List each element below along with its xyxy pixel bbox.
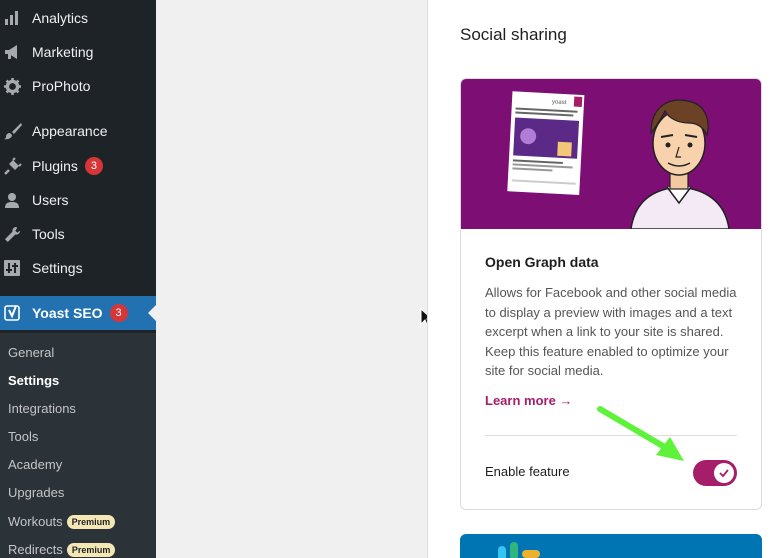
admin-sidebar: Analytics Marketing ProPhoto Appearance … [0, 0, 156, 558]
sidebar-item-yoast-seo[interactable]: Yoast SEO 3 [0, 296, 156, 330]
sidebar-item-prophoto[interactable]: ProPhoto [0, 69, 156, 103]
settings-nav-area [156, 0, 434, 558]
submenu-item-tools[interactable]: Tools [8, 429, 38, 444]
sidebar-item-label: Appearance [32, 123, 108, 139]
sidebar-item-marketing[interactable]: Marketing [0, 35, 156, 69]
gear-icon [4, 77, 26, 95]
submenu-item-label: Workouts [8, 514, 63, 529]
submenu-item-general[interactable]: General [8, 345, 54, 360]
sidebar-item-label: Settings [32, 260, 83, 276]
slack-icon [498, 542, 540, 558]
card-illustration: yoast [461, 79, 761, 229]
settings-content: Social sharing yoast Open Graph data All… [428, 0, 780, 558]
user-icon [4, 192, 26, 208]
premium-badge: Premium [66, 543, 116, 557]
paintbrush-icon [4, 122, 26, 140]
submenu-item-workouts[interactable]: Workouts Premium [8, 514, 116, 529]
submenu-item-integrations[interactable]: Integrations [8, 401, 76, 416]
checkmark-icon [719, 469, 729, 478]
annotation-arrow-icon [597, 406, 684, 461]
next-card-header [460, 534, 762, 558]
sidebar-item-users[interactable]: Users [0, 183, 156, 217]
submenu-item-settings[interactable]: Settings [8, 373, 59, 388]
card-description: Allows for Facebook and other social med… [485, 285, 737, 378]
submenu-item-label: Redirects [8, 542, 63, 557]
section-title: Social sharing [460, 25, 567, 44]
toggle-knob [714, 463, 734, 483]
svg-text:yoast: yoast [552, 99, 567, 106]
sidebar-item-tools[interactable]: Tools [0, 217, 156, 251]
sidebar-item-settings[interactable]: Settings [0, 251, 156, 285]
submenu-item-academy[interactable]: Academy [8, 457, 62, 472]
sidebar-item-plugins[interactable]: Plugins 3 [0, 149, 156, 183]
learn-more-link[interactable]: Learn more → [485, 393, 572, 408]
megaphone-icon [4, 44, 26, 60]
enable-feature-toggle[interactable] [693, 460, 737, 486]
submenu-item-upgrades[interactable]: Upgrades [8, 485, 64, 500]
wrench-icon [4, 226, 26, 243]
sidebar-item-label: Yoast SEO [32, 305, 103, 321]
sidebar-item-appearance[interactable]: Appearance [0, 114, 156, 148]
sidebar-item-analytics[interactable]: Analytics [0, 1, 156, 35]
card-title: Open Graph data [485, 254, 599, 270]
sidebar-item-label: Tools [32, 226, 65, 242]
toggle-label: Enable feature [485, 464, 570, 479]
sidebar-item-label: Marketing [32, 44, 94, 60]
sidebar-item-label: Users [32, 192, 69, 208]
bar-chart-icon [4, 10, 26, 26]
notification-count-badge: 3 [109, 304, 128, 322]
yoast-icon [4, 304, 26, 322]
yoast-submenu: General Settings Integrations Tools Acad… [0, 333, 156, 558]
sidebar-item-label: Analytics [32, 10, 89, 26]
sidebar-item-label: Plugins [32, 158, 78, 174]
plug-icon [4, 157, 26, 175]
sliders-icon [4, 260, 26, 276]
sidebar-item-label: ProPhoto [32, 78, 91, 94]
premium-badge: Premium [66, 515, 116, 529]
update-count-badge: 3 [84, 157, 103, 175]
submenu-item-redirects[interactable]: Redirects Premium [8, 542, 116, 557]
